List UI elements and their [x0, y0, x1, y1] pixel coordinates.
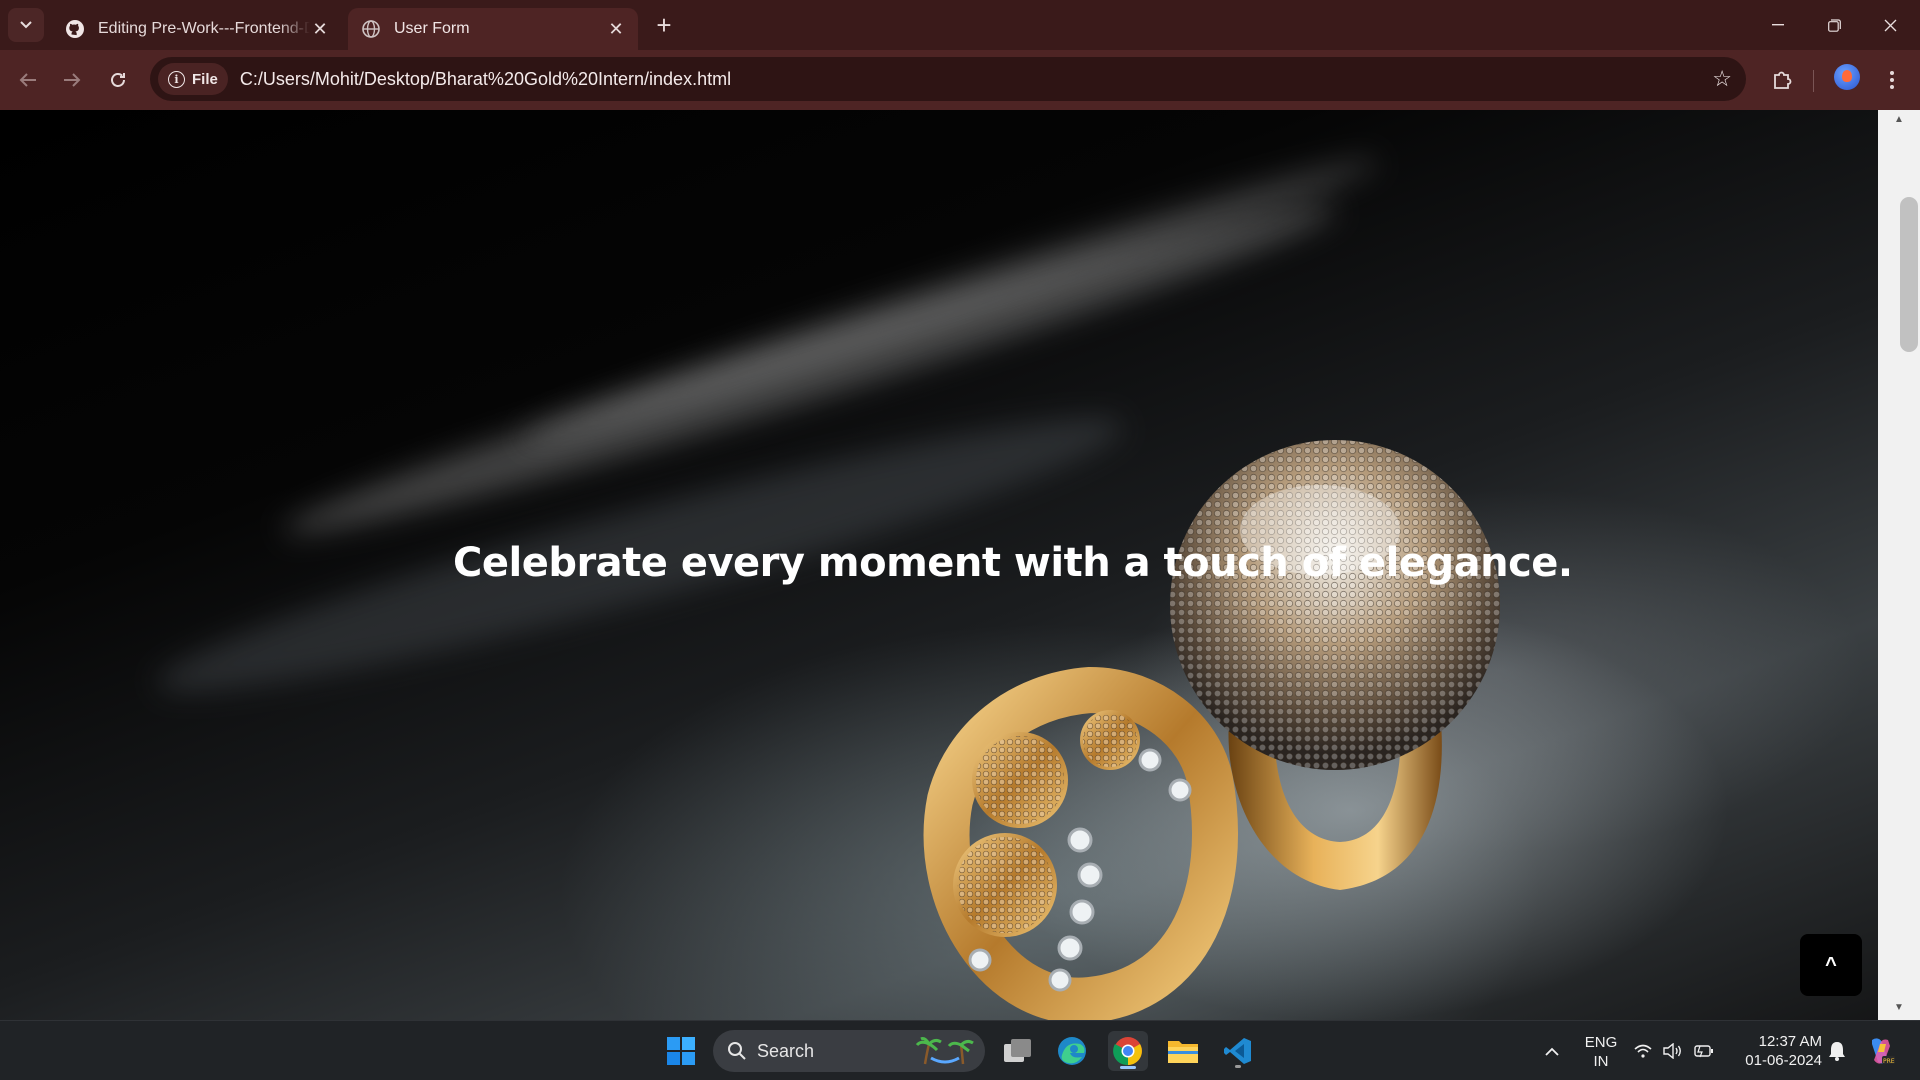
- address-bar[interactable]: i File C:/Users/Mohit/Desktop/Bharat%20G…: [150, 57, 1746, 101]
- forward-button[interactable]: [54, 62, 90, 98]
- region-code: IN: [1593, 1053, 1609, 1070]
- tab-search-button[interactable]: [8, 8, 44, 42]
- show-hidden-icons-button[interactable]: [1532, 1031, 1572, 1071]
- taskbar-search[interactable]: Search: [713, 1030, 985, 1072]
- hero-title: Celebrate every moment with a touch of e…: [453, 540, 1573, 586]
- scroll-down-arrow-icon[interactable]: ▼: [1890, 1002, 1908, 1016]
- battery-icon: [1694, 1045, 1713, 1058]
- github-icon: [64, 18, 86, 40]
- new-tab-button[interactable]: +: [650, 12, 678, 40]
- running-indicator: [1235, 1065, 1241, 1068]
- restore-button[interactable]: [1806, 0, 1862, 50]
- profile-avatar[interactable]: [1834, 64, 1860, 90]
- volume-button[interactable]: [1657, 1031, 1689, 1071]
- edge-icon: [1058, 1037, 1086, 1065]
- clock-date: 01-06-2024: [1745, 1052, 1822, 1069]
- vscode-icon: [1224, 1038, 1251, 1064]
- close-icon: [1884, 19, 1896, 31]
- scroll-up-arrow-icon[interactable]: ▲: [1890, 114, 1908, 128]
- wifi-button[interactable]: [1627, 1031, 1659, 1071]
- active-indicator: [1120, 1066, 1136, 1069]
- search-placeholder: Search: [757, 1040, 815, 1061]
- chrome-button[interactable]: [1108, 1031, 1148, 1071]
- windows-taskbar: Search ENG IN 12:37 AM 01-06-2024 PRE: [0, 1020, 1920, 1080]
- scroll-to-top-button[interactable]: ^: [1800, 934, 1862, 996]
- browser-toolbar: i File C:/Users/Mohit/Desktop/Bharat%20G…: [0, 50, 1920, 110]
- start-button[interactable]: [661, 1031, 701, 1071]
- clock[interactable]: 12:37 AM 01-06-2024: [1732, 1032, 1822, 1070]
- cluster-ring-image: [923, 666, 1238, 1020]
- vscode-button[interactable]: [1218, 1031, 1258, 1071]
- puzzle-icon: [1774, 71, 1792, 89]
- chevron-down-icon: [20, 21, 32, 29]
- minimize-icon: [1772, 24, 1784, 26]
- task-view-button[interactable]: [998, 1031, 1038, 1071]
- palm-trees-icon: [915, 1037, 974, 1065]
- folder-icon: [1168, 1041, 1198, 1063]
- notifications-button[interactable]: [1822, 1031, 1852, 1071]
- scrollbar-thumb[interactable]: [1900, 197, 1918, 352]
- clock-time: 12:37 AM: [1758, 1033, 1822, 1050]
- page-viewport: Celebrate every moment with a touch of e…: [0, 110, 1878, 1020]
- copilot-icon: PRE: [1872, 1038, 1895, 1065]
- chrome-icon: [1113, 1037, 1142, 1066]
- tab-title: Editing Pre-Work---Frontend-Developer: [98, 20, 310, 37]
- reload-icon: [111, 73, 125, 87]
- tab-github-editing[interactable]: Editing Pre-Work---Frontend-Developer ✕: [52, 8, 342, 50]
- kebab-menu-icon: [1890, 71, 1894, 89]
- close-icon[interactable]: ✕: [310, 19, 330, 39]
- reload-button[interactable]: [100, 62, 136, 98]
- arrow-left-icon: [19, 73, 36, 87]
- tab-strip: Editing Pre-Work---Frontend-Developer ✕ …: [0, 0, 1920, 50]
- speaker-icon: [1663, 1043, 1681, 1059]
- battery-button[interactable]: [1688, 1031, 1720, 1071]
- globe-icon: [360, 18, 382, 40]
- toolbar-divider: [1813, 70, 1814, 92]
- chrome-menu-button[interactable]: [1874, 62, 1910, 98]
- task-view-icon: [1004, 1039, 1031, 1062]
- svg-text:PRE: PRE: [1883, 1058, 1895, 1065]
- bookmark-star-icon[interactable]: ☆: [1712, 66, 1732, 92]
- site-info-button[interactable]: i File: [158, 63, 228, 95]
- tab-user-form[interactable]: User Form ✕: [348, 8, 638, 50]
- extensions-button[interactable]: [1764, 62, 1800, 98]
- site-chip-label: File: [192, 70, 218, 88]
- file-explorer-button[interactable]: [1163, 1031, 1203, 1071]
- minimize-button[interactable]: [1750, 0, 1806, 50]
- search-icon: [728, 1042, 746, 1060]
- close-icon[interactable]: ✕: [606, 19, 626, 39]
- back-button[interactable]: [10, 62, 46, 98]
- windows-start-icon: [667, 1037, 695, 1065]
- bell-icon: [1829, 1042, 1845, 1061]
- arrow-right-icon: [64, 73, 81, 87]
- language-code: ENG: [1584, 1034, 1618, 1051]
- copilot-button[interactable]: PRE: [1860, 1031, 1900, 1071]
- language-indicator[interactable]: ENG IN: [1578, 1033, 1624, 1071]
- restore-icon: [1827, 18, 1841, 32]
- close-window-button[interactable]: [1862, 0, 1918, 50]
- edge-button[interactable]: [1052, 1031, 1092, 1071]
- chevron-up-icon: [1545, 1047, 1559, 1056]
- tab-title: User Form: [394, 20, 470, 37]
- url-text[interactable]: C:/Users/Mohit/Desktop/Bharat%20Gold%20I…: [240, 69, 731, 90]
- info-icon: i: [168, 70, 185, 88]
- wifi-icon: [1634, 1044, 1652, 1058]
